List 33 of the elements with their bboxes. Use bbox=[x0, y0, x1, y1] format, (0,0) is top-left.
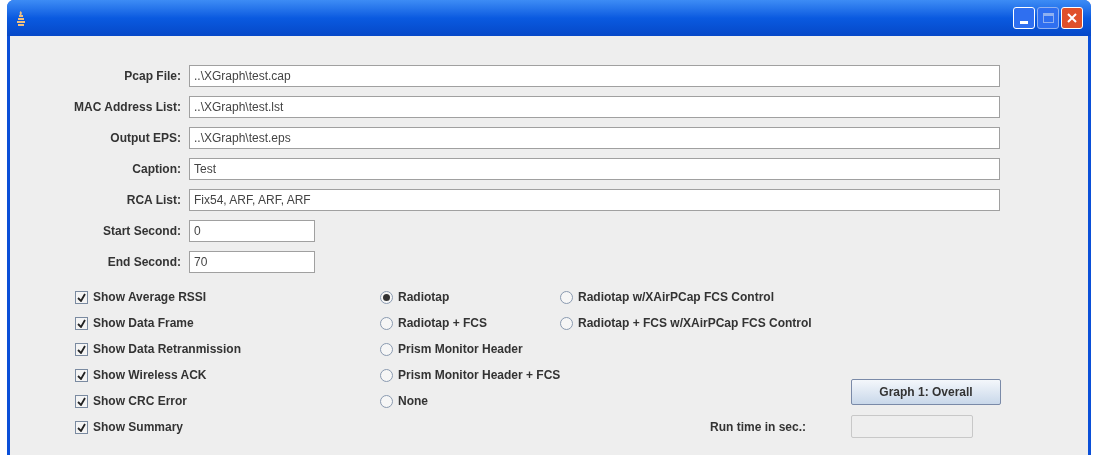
checkbox[interactable]: Show Data Frame bbox=[75, 313, 380, 333]
graph-button[interactable]: Graph 1: Overall bbox=[851, 379, 1001, 405]
close-button[interactable] bbox=[1061, 7, 1083, 29]
checkbox[interactable]: Show Wireless ACK bbox=[75, 365, 380, 385]
radio-button[interactable]: Prism Monitor Header bbox=[380, 339, 556, 359]
text-field[interactable]: Fix54, ARF, ARF, ARF bbox=[189, 189, 1000, 211]
field-label: RCA List: bbox=[125, 192, 182, 209]
radio-button[interactable]: Radiotap w/XAirPCap FCS Control bbox=[560, 287, 812, 307]
text-field[interactable]: 70 bbox=[189, 251, 315, 273]
radio-button[interactable]: None bbox=[380, 391, 556, 411]
field-label: End Second: bbox=[106, 254, 182, 271]
checkbox[interactable]: Show CRC Error bbox=[75, 391, 380, 411]
radio-button[interactable]: Radiotap bbox=[380, 287, 556, 307]
text-field[interactable]: ..\XGraph\test.cap bbox=[189, 65, 1000, 87]
text-field[interactable]: ..\XGraph\test.eps bbox=[189, 127, 1000, 149]
run-time-label: Run time in sec.: bbox=[709, 418, 806, 436]
field-label: Pcap File: bbox=[123, 68, 182, 85]
field-label: MAC Address List: bbox=[73, 99, 182, 116]
close-icon bbox=[1066, 12, 1078, 24]
text-field[interactable]: 0 bbox=[189, 220, 315, 242]
text-field[interactable]: ..\XGraph\test.lst bbox=[189, 96, 1000, 118]
field-label: Start Second: bbox=[102, 223, 182, 240]
maximize-button[interactable] bbox=[1037, 7, 1059, 29]
checkbox[interactable]: Show Summary bbox=[75, 417, 380, 437]
field-label: Output EPS: bbox=[109, 130, 182, 147]
radio-button[interactable]: Radiotap + FCS w/XAirPCap FCS Control bbox=[560, 313, 812, 333]
app-icon bbox=[15, 10, 27, 26]
field-label: Caption: bbox=[131, 161, 182, 178]
checkbox[interactable]: Show Average RSSI bbox=[75, 287, 380, 307]
checkbox[interactable]: Show Data Retranmission bbox=[75, 339, 380, 359]
text-field[interactable]: Test bbox=[189, 158, 1000, 180]
minimize-button[interactable] bbox=[1013, 7, 1035, 29]
radio-button[interactable]: Radiotap + FCS bbox=[380, 313, 556, 333]
